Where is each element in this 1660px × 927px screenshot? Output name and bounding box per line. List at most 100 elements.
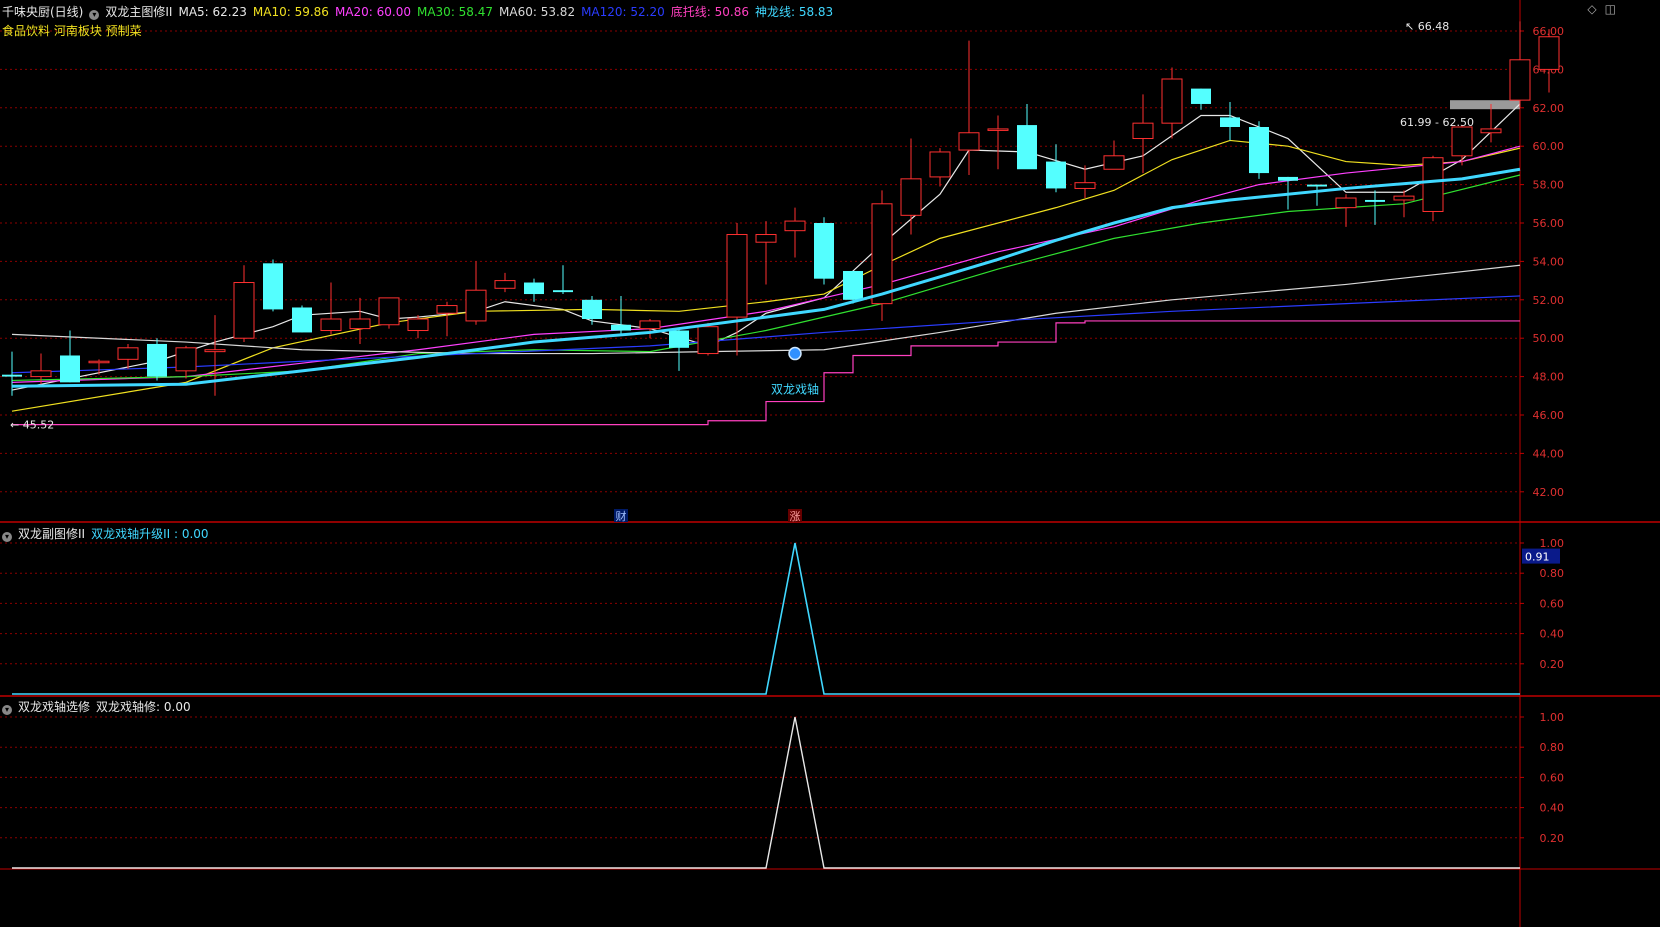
panel3-line [12, 716, 1520, 869]
candle-body [117, 347, 139, 360]
indicator-name[interactable]: 双龙主图修II [105, 5, 172, 19]
candle-body [147, 343, 167, 377]
price-range-bar [1450, 100, 1520, 110]
y-tick-label: 0.40 [1540, 628, 1565, 641]
y-tick-label: 62.00 [1533, 102, 1565, 115]
ma-legend-item: MA120: 52.20 [581, 5, 665, 19]
candle-body [349, 318, 371, 330]
candle-body [784, 220, 806, 232]
panel2-header: ▾ 双龙副图修II 双龙戏轴升级II : 0.00 [2, 526, 215, 542]
event-marker-cai: 财 [616, 509, 627, 523]
candle-body [1451, 126, 1473, 157]
y-tick-label: 42.00 [1533, 486, 1565, 499]
candle-body [1538, 36, 1560, 70]
y-tick-label: 46.00 [1533, 409, 1565, 422]
candle-body [378, 297, 400, 326]
panel3-toggle-icon[interactable]: ▾ [2, 705, 12, 715]
candle-body [1307, 184, 1327, 187]
candle-body [292, 307, 312, 333]
ma-legend-item: MA30: 58.47 [416, 5, 494, 19]
candle-body [1393, 195, 1415, 201]
y-tick-label: 54.00 [1533, 255, 1565, 268]
candle-body [407, 318, 429, 332]
candle-body [465, 289, 487, 322]
window-controls: ◇ ◫ [1579, 2, 1616, 16]
panel3-title[interactable]: 双龙戏轴选修 [18, 700, 90, 714]
candle-body [1046, 161, 1066, 189]
y-tick-label: 66.00 [1533, 25, 1565, 38]
y-tick-label: 0.80 [1540, 567, 1565, 580]
candle-body [553, 290, 573, 293]
candle-body [1017, 125, 1037, 170]
candle-body [524, 282, 544, 295]
candle-body [582, 299, 602, 319]
panel2-title[interactable]: 双龙副图修II [18, 527, 85, 541]
candle-body [1161, 78, 1183, 124]
candle-body [263, 263, 283, 310]
panel2-toggle-icon[interactable]: ▾ [2, 532, 12, 542]
ma-legend-item: MA5: 62.23 [178, 5, 247, 19]
panel3-header: ▾ 双龙戏轴选修 双龙戏轴修: 0.00 [2, 699, 197, 715]
high-label: ↖ 66.48 [1405, 20, 1449, 33]
y-tick-label: 1.00 [1540, 537, 1565, 550]
candle-body [1132, 122, 1154, 140]
y-tick-label: 1.00 [1540, 711, 1565, 724]
y-tick-label: 0.40 [1540, 802, 1565, 815]
ma-legend-item: 底托线: 50.86 [670, 5, 749, 19]
y-tick-label: 0.80 [1540, 741, 1565, 754]
diamond-icon[interactable]: ◇ [1587, 2, 1596, 16]
candle-body [958, 132, 980, 151]
y-tick-label: 58.00 [1533, 179, 1565, 192]
low-label: ← 45.52 [10, 419, 54, 432]
y-tick-label: 0.20 [1540, 832, 1565, 845]
candle-body [1509, 59, 1531, 101]
ma-legend-item: 神龙线: 58.83 [754, 5, 834, 19]
candle-body [697, 326, 719, 355]
collapse-icon[interactable]: ◫ [1605, 2, 1616, 16]
y-tick-label: 56.00 [1533, 217, 1565, 230]
candle-body [30, 370, 52, 378]
candle-body [60, 355, 80, 383]
range-label: 61.99 - 62.50 [1400, 116, 1474, 129]
candle-body [1249, 127, 1269, 174]
candle-body [1365, 199, 1385, 202]
indicator-toggle-icon[interactable]: ▾ [89, 10, 100, 20]
candle-body [1480, 128, 1502, 134]
candle-body [494, 280, 516, 289]
sector-tags: 食品饮料 河南板块 预制菜 [2, 24, 142, 38]
candle-body [2, 374, 22, 377]
panel2-line [12, 542, 1520, 695]
candle-body [611, 324, 631, 331]
y-tick-label: 52.00 [1533, 294, 1565, 307]
candle-body [726, 234, 748, 318]
signal-dot [788, 346, 802, 361]
candle-body [987, 128, 1009, 131]
candle-body [204, 349, 226, 353]
candle-body [1422, 157, 1444, 212]
y-tick-label: 44.00 [1533, 447, 1565, 460]
candle-body [814, 223, 834, 279]
candle-body [929, 151, 951, 178]
stock-chart[interactable]: 66.0064.0062.0060.0058.0056.0054.0052.00… [0, 0, 1660, 927]
panel2-value: 双龙戏轴升级II : 0.00 [91, 527, 209, 541]
candle-body [320, 318, 342, 332]
candle-body [88, 360, 110, 364]
candle-body [669, 330, 689, 348]
ma-legend-item: MA10: 59.86 [252, 5, 329, 19]
candle-body [1335, 197, 1357, 209]
candle-body [436, 305, 458, 314]
y-tick-label: 0.60 [1540, 597, 1565, 610]
signal-label: 双龙戏轴 [771, 382, 819, 397]
candle-body [1220, 117, 1240, 127]
stock-title: 千味央厨(日线) [2, 5, 84, 19]
y-tick-label: 60.00 [1533, 140, 1565, 153]
candle-body [175, 347, 197, 372]
candle-body [233, 282, 255, 339]
y-tick-label: 0.60 [1540, 771, 1565, 784]
candle-body [871, 203, 893, 305]
candle-body [1103, 155, 1125, 170]
ma-legend: MA5: 62.23 MA10: 59.86 MA20: 60.00 MA30: 58… [178, 5, 839, 19]
event-marker-zhang: 涨 [790, 510, 801, 523]
main-panel-header: 千味央厨(日线) ▾ 双龙主图修II MA5: 62.23 MA10: 59.86 MA2… [2, 4, 845, 20]
candle-body [1278, 176, 1298, 181]
